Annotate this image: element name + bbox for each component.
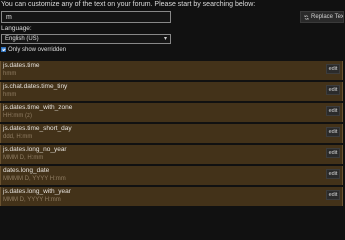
edit-button[interactable]: edit xyxy=(326,190,340,200)
chevron-down-icon: ▾ xyxy=(163,36,167,42)
edit-button[interactable]: edit xyxy=(326,106,340,116)
override-key: js.dates.long_with_year xyxy=(3,188,71,195)
override-value: hmm xyxy=(3,71,17,77)
override-key: js.dates.time_short_day xyxy=(3,125,72,132)
only-overridden-checkbox[interactable] xyxy=(1,47,6,52)
override-row: js.dates.time hmm edit xyxy=(0,61,343,80)
override-value: MMMM D, YYYY H:mm xyxy=(3,176,66,182)
search-input[interactable] xyxy=(1,11,171,23)
replace-text-label: Replace Text... xyxy=(311,14,344,20)
override-value: MMM D, YYYY H:mm xyxy=(3,197,61,203)
override-value: HH:mm (z) xyxy=(3,113,32,119)
sync-icon xyxy=(304,14,309,20)
only-overridden-toggle[interactable]: Only show overridden xyxy=(1,46,66,53)
language-selected-value: English (US) xyxy=(5,36,39,42)
override-row: js.dates.time_short_day ddd, H:mm edit xyxy=(0,124,343,143)
override-value: MMM D, H:mm xyxy=(3,155,44,161)
edit-button[interactable]: edit xyxy=(326,148,340,158)
override-row: js.chat.dates.time_tiny hmm edit xyxy=(0,82,343,101)
override-key: js.dates.time_with_zone xyxy=(3,104,73,111)
edit-button[interactable]: edit xyxy=(326,64,340,74)
override-key: js.dates.long_no_year xyxy=(3,146,67,153)
override-row: dates.long_date MMMM D, YYYY H:mm edit xyxy=(0,166,343,185)
override-value: ddd, H:mm xyxy=(3,134,33,140)
override-row: js.dates.long_with_year MMM D, YYYY H:mm… xyxy=(0,187,343,206)
override-row: js.dates.time_with_zone HH:mm (z) edit xyxy=(0,103,343,122)
language-label: Language: xyxy=(1,25,32,32)
language-select[interactable]: English (US) ▾ xyxy=(1,34,171,44)
replace-text-button[interactable]: Replace Text... xyxy=(300,11,344,23)
page-intro-text: You can customize any of the text on you… xyxy=(1,1,256,8)
override-key: js.dates.time xyxy=(3,62,40,69)
override-value: hmm xyxy=(3,92,17,98)
override-key: dates.long_date xyxy=(3,167,50,174)
override-key: js.chat.dates.time_tiny xyxy=(3,83,68,90)
edit-button[interactable]: edit xyxy=(326,169,340,179)
edit-button[interactable]: edit xyxy=(326,85,340,95)
only-overridden-label: Only show overridden xyxy=(8,46,67,53)
edit-button[interactable]: edit xyxy=(326,127,340,137)
override-row: js.dates.long_no_year MMM D, H:mm edit xyxy=(0,145,343,164)
